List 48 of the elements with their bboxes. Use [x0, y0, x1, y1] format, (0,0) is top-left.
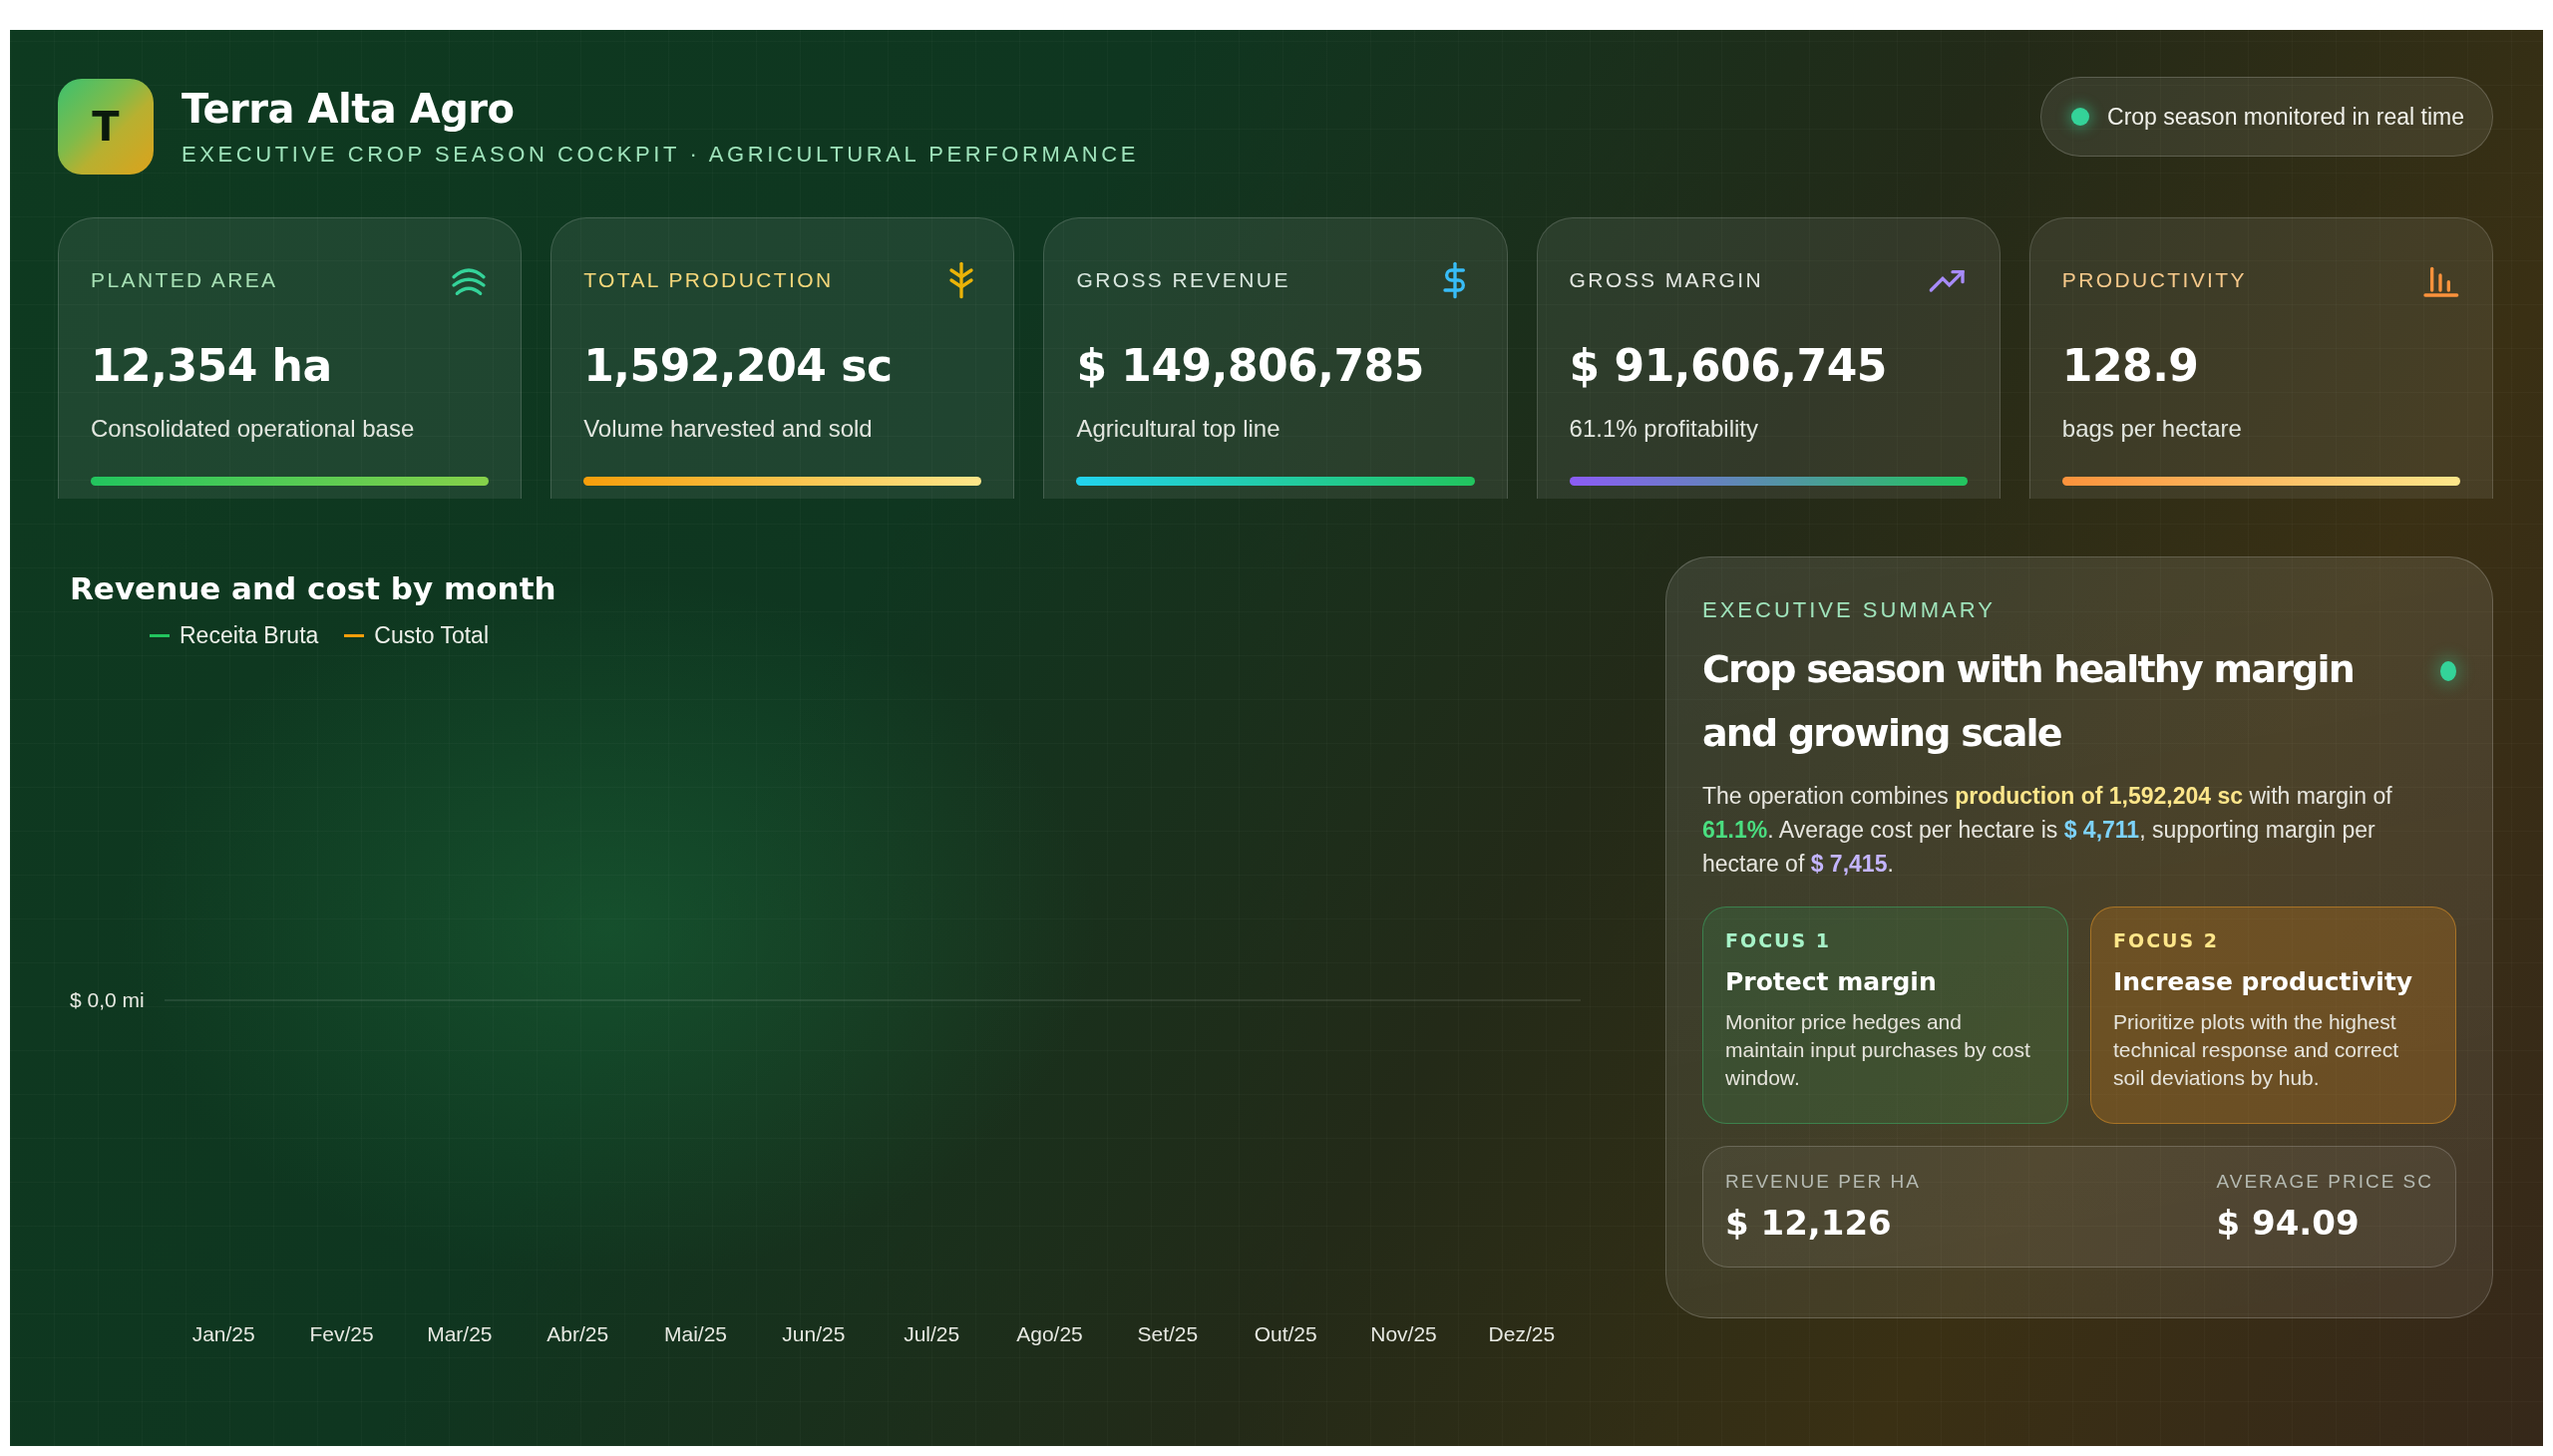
status-text: Crop season monitored in real time: [2107, 103, 2464, 131]
kpi-caption: Consolidated operational base: [91, 415, 416, 443]
chart-title: Revenue and cost by month: [70, 570, 557, 606]
x-axis-label: Jun/25: [782, 1322, 846, 1345]
focus-title: Protect margin: [1725, 967, 1938, 996]
x-axis-label: Abr/25: [547, 1322, 609, 1345]
kpi-caption: Volume harvested and sold: [583, 415, 874, 443]
focus-title: Increase productivity: [2113, 967, 2414, 996]
focus-text: Monitor price hedges and maintain input purchases by cost window.: [1725, 1009, 2031, 1091]
focus-label: FOCUS 2: [2113, 929, 2221, 951]
focus-label: FOCUS 1: [1725, 929, 1833, 951]
kpi-caption: bags per hectare: [2061, 415, 2243, 443]
x-axis-label: Jul/25: [904, 1322, 960, 1345]
stat-value: $ 94.09: [2216, 1203, 2361, 1243]
kpi-value: $ 149,806,785: [1076, 340, 1425, 391]
x-axis-label: Set/25: [1137, 1322, 1199, 1345]
kpi-caption: Agricultural top line: [1076, 415, 1281, 443]
brand-logo: T: [58, 79, 154, 175]
legend-label: Receita Bruta: [180, 622, 319, 649]
x-axis-label: Fev/25: [309, 1322, 374, 1345]
summary-title: Crop season with healthy margin and growing scale: [1702, 646, 2355, 757]
kpi-value: 12,354 ha: [91, 340, 333, 391]
stat-label: AVERAGE PRICE SC: [2216, 1171, 2433, 1193]
brand-subtitle: EXECUTIVE CROP SEASON COCKPIT · AGRICULTURAL PERFORMANCE: [182, 142, 1139, 168]
stat-label: REVENUE PER HA: [1725, 1171, 1921, 1193]
kpi-label: TOTAL PRODUCTION: [583, 268, 834, 292]
kpi-value: 128.9: [2061, 340, 2200, 391]
kpi-label: GROSS MARGIN: [1569, 268, 1764, 292]
x-axis-label: Nov/25: [1370, 1322, 1437, 1345]
kpi-caption: 61.1% profitability: [1569, 415, 1760, 443]
x-axis-label: Jan/25: [191, 1322, 255, 1345]
x-axis-label: Dez/25: [1488, 1322, 1556, 1345]
kpi-label: PRODUCTIVITY: [2061, 268, 2247, 292]
x-axis-label: Ago/25: [1016, 1322, 1083, 1345]
kpi-value: $ 91,606,745: [1569, 340, 1888, 391]
x-axis-label: Out/25: [1254, 1322, 1317, 1345]
stat-value: $ 12,126: [1725, 1203, 1893, 1243]
legend-label: Custo Total: [374, 622, 489, 649]
brand-name: Terra Alta Agro: [182, 86, 516, 132]
y-axis-label: $ 0,0 mi: [70, 988, 145, 1011]
kpi-label: PLANTED AREA: [91, 268, 278, 292]
x-axis-label: Mar/25: [427, 1322, 493, 1345]
x-axis-label: Mai/25: [664, 1322, 727, 1345]
summary-eyebrow: EXECUTIVE SUMMARY: [1702, 597, 1997, 623]
focus-text: Prioritize plots with the highest technical response and correct soil deviations by hub.: [2113, 1009, 2399, 1091]
kpi-label: GROSS REVENUE: [1076, 268, 1290, 292]
summary-text: The operation combines production of 1,592,204 sc with margin of 61.1%. Average cost per hectare is $ 4,711, supporting margin per hectare of $ 7,415.: [1702, 782, 2393, 879]
kpi-value: 1,592,204 sc: [583, 340, 894, 391]
